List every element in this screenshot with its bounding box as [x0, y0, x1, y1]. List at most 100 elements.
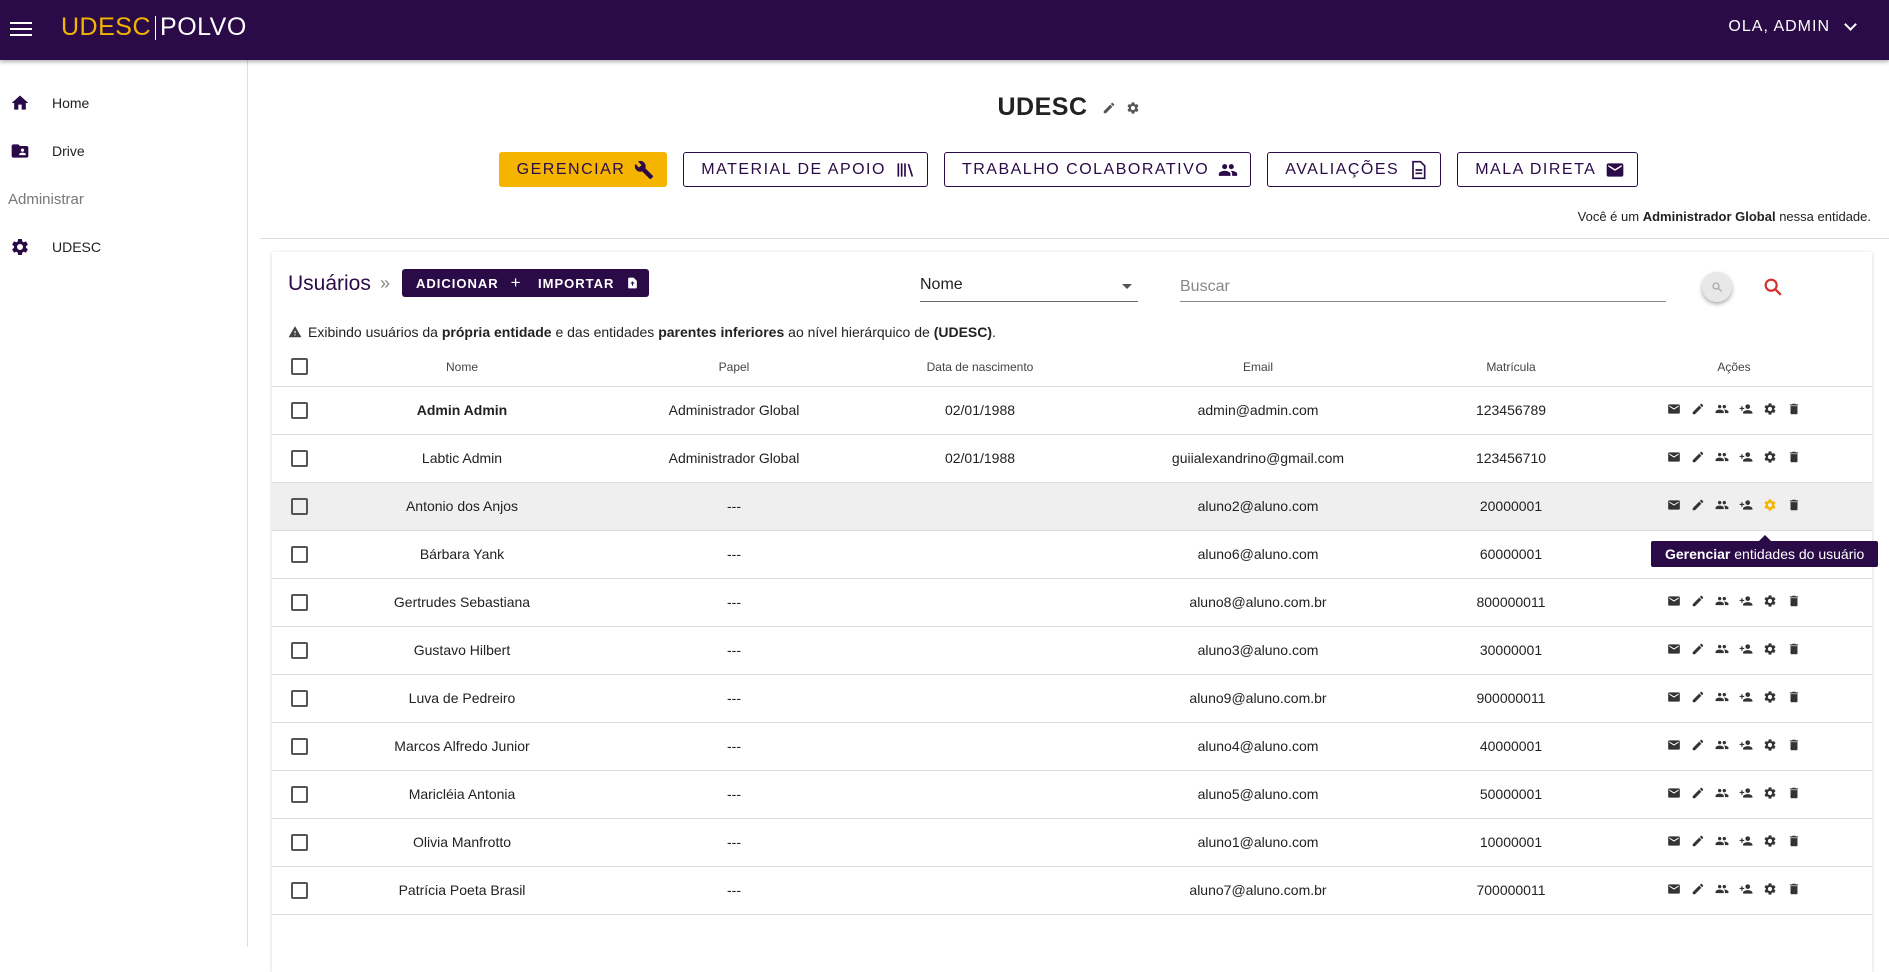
edit-icon[interactable] — [1690, 449, 1706, 465]
search-icon[interactable] — [1762, 276, 1784, 298]
row-checkbox[interactable] — [290, 737, 308, 755]
gear-icon[interactable] — [1762, 401, 1778, 417]
mail-icon[interactable] — [1666, 689, 1682, 705]
delete-icon[interactable] — [1786, 401, 1802, 417]
delete-icon[interactable] — [1786, 497, 1802, 513]
person-add-icon[interactable] — [1738, 401, 1754, 417]
edit-icon[interactable] — [1690, 833, 1706, 849]
table-row[interactable]: Maricléia Antonia --- aluno5@aluno.com 5000… — [272, 770, 1872, 819]
column-header-papel[interactable]: Papel — [598, 348, 870, 387]
mail-icon[interactable] — [1666, 881, 1682, 897]
material-de-apoio-button[interactable]: MATERIAL DE APOIO — [683, 152, 928, 187]
table-row[interactable]: Marcos Alfredo Junior --- aluno4@aluno.com… — [272, 722, 1872, 771]
gear-icon[interactable] — [1762, 785, 1778, 801]
gear-icon[interactable] — [1762, 833, 1778, 849]
group-icon[interactable] — [1714, 593, 1730, 609]
row-checkbox[interactable] — [290, 545, 308, 563]
delete-icon[interactable] — [1786, 833, 1802, 849]
person-add-icon[interactable] — [1738, 449, 1754, 465]
person-add-icon[interactable] — [1738, 737, 1754, 753]
delete-icon[interactable] — [1786, 737, 1802, 753]
import-users-button[interactable]: IMPORTAR — [524, 269, 650, 297]
gerenciar-button[interactable]: GERENCIAR — [498, 152, 668, 187]
delete-icon[interactable] — [1786, 689, 1802, 705]
edit-icon[interactable] — [1690, 785, 1706, 801]
table-row[interactable]: Patrícia Poeta Brasil --- aluno7@aluno.com… — [272, 866, 1872, 915]
table-row[interactable]: Luva de Pedreiro --- aluno9@aluno.com.br 90… — [272, 674, 1872, 723]
trabalho-colaborativo-button[interactable]: TRABALHO COLABORATIVO — [943, 152, 1252, 187]
avaliacoes-button[interactable]: AVALIAÇÕES — [1267, 152, 1442, 187]
row-checkbox[interactable] — [290, 833, 308, 851]
person-add-icon[interactable] — [1738, 833, 1754, 849]
gear-icon[interactable] — [1762, 593, 1778, 609]
group-icon[interactable] — [1714, 449, 1730, 465]
add-user-button[interactable]: ADICIONAR + — [402, 269, 532, 297]
group-icon[interactable] — [1714, 497, 1730, 513]
group-icon[interactable] — [1714, 737, 1730, 753]
mail-icon[interactable] — [1666, 401, 1682, 417]
gear-icon[interactable] — [1762, 689, 1778, 705]
sidebar-item-drive[interactable]: Drive — [0, 133, 247, 169]
delete-icon[interactable] — [1786, 641, 1802, 657]
search-input[interactable] — [1180, 272, 1666, 302]
group-icon[interactable] — [1714, 689, 1730, 705]
mail-icon[interactable] — [1666, 737, 1682, 753]
gear-icon[interactable] — [1762, 881, 1778, 897]
column-header-data-nascimento[interactable]: Data de nascimento — [870, 348, 1090, 387]
gear-icon[interactable] — [1762, 497, 1778, 513]
gear-icon[interactable] — [1762, 737, 1778, 753]
row-checkbox[interactable] — [290, 401, 308, 419]
group-icon[interactable] — [1714, 641, 1730, 657]
delete-icon[interactable] — [1786, 449, 1802, 465]
row-checkbox[interactable] — [290, 497, 308, 515]
sidebar-item-udesc[interactable]: UDESC — [0, 229, 247, 265]
person-add-icon[interactable] — [1738, 785, 1754, 801]
edit-icon[interactable] — [1690, 497, 1706, 513]
mala-direta-button[interactable]: MALA DIRETA — [1457, 152, 1639, 187]
row-checkbox[interactable] — [290, 881, 308, 899]
mail-icon[interactable] — [1666, 449, 1682, 465]
delete-icon[interactable] — [1786, 785, 1802, 801]
edit-icon[interactable] — [1690, 593, 1706, 609]
table-row[interactable]: Admin Admin Administrador Global 02/01/198… — [272, 386, 1872, 435]
group-icon[interactable] — [1714, 881, 1730, 897]
gear-icon[interactable] — [1762, 641, 1778, 657]
column-header-email[interactable]: Email — [1090, 348, 1426, 387]
mail-icon[interactable] — [1666, 641, 1682, 657]
group-icon[interactable] — [1714, 401, 1730, 417]
edit-icon[interactable] — [1102, 101, 1116, 115]
delete-icon[interactable] — [1786, 593, 1802, 609]
row-checkbox[interactable] — [290, 641, 308, 659]
person-add-icon[interactable] — [1738, 689, 1754, 705]
app-logo[interactable]: UDESC POLVO — [61, 13, 247, 42]
row-checkbox[interactable] — [290, 689, 308, 707]
mail-icon[interactable] — [1666, 785, 1682, 801]
person-add-icon[interactable] — [1738, 497, 1754, 513]
column-header-nome[interactable]: Nome — [326, 348, 598, 387]
mail-icon[interactable] — [1666, 833, 1682, 849]
table-row[interactable]: Gertrudes Sebastiana --- aluno8@aluno.com.… — [272, 578, 1872, 627]
table-row[interactable]: Antonio dos Anjos --- aluno2@aluno.com 2000… — [272, 482, 1872, 531]
edit-icon[interactable] — [1690, 641, 1706, 657]
edit-icon[interactable] — [1690, 881, 1706, 897]
person-add-icon[interactable] — [1738, 593, 1754, 609]
select-all-checkbox[interactable] — [290, 358, 308, 376]
table-row[interactable]: Bárbara Yank --- aluno6@aluno.com 60000001 — [272, 530, 1872, 579]
column-header-matricula[interactable]: Matrícula — [1426, 348, 1596, 387]
search-fab-button[interactable] — [1702, 272, 1732, 302]
person-add-icon[interactable] — [1738, 641, 1754, 657]
row-checkbox[interactable] — [290, 785, 308, 803]
group-icon[interactable] — [1714, 833, 1730, 849]
edit-icon[interactable] — [1690, 737, 1706, 753]
table-row[interactable]: Labtic Admin Administrador Global 02/01/19… — [272, 434, 1872, 483]
sidebar-item-home[interactable]: Home — [0, 85, 247, 121]
group-icon[interactable] — [1714, 785, 1730, 801]
delete-icon[interactable] — [1786, 881, 1802, 897]
search-field-select[interactable]: Nome — [920, 272, 1138, 302]
edit-icon[interactable] — [1690, 401, 1706, 417]
row-checkbox[interactable] — [290, 593, 308, 611]
hamburger-menu-icon[interactable] — [10, 18, 32, 40]
mail-icon[interactable] — [1666, 497, 1682, 513]
gear-icon[interactable] — [1762, 449, 1778, 465]
row-checkbox[interactable] — [290, 449, 308, 467]
